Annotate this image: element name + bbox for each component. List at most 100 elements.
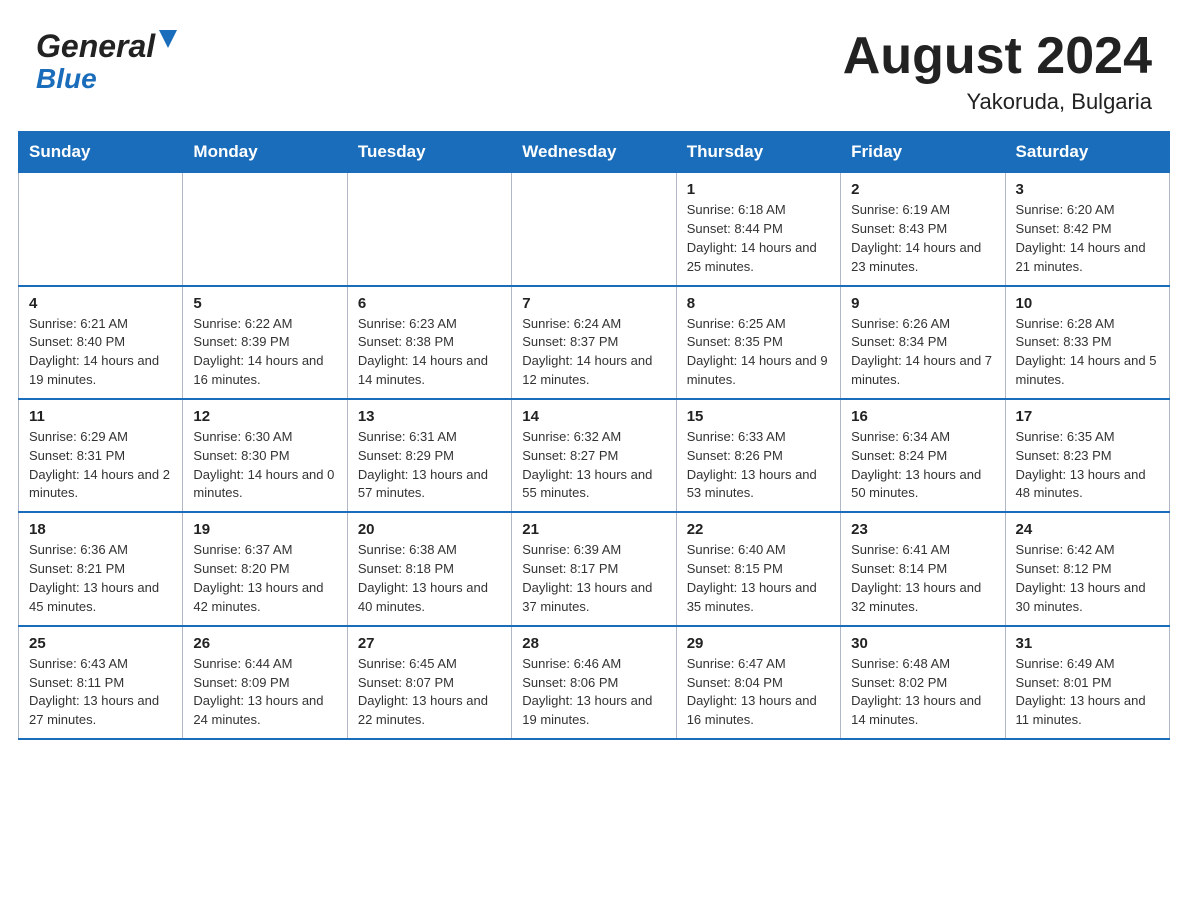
day-cell: 20 Sunrise: 6:38 AMSunset: 8:18 PMDayligh… <box>347 512 511 625</box>
day-cell: 4 Sunrise: 6:21 AMSunset: 8:40 PMDaylight… <box>19 286 183 399</box>
day-cell <box>347 173 511 286</box>
day-info: Sunrise: 6:26 AMSunset: 8:34 PMDaylight:… <box>851 315 994 390</box>
day-cell: 31Sunrise: 6:49 AMSunset: 8:01 PMDayligh… <box>1005 626 1169 739</box>
day-cell: 21 Sunrise: 6:39 AMSunset: 8:17 PMDayligh… <box>512 512 676 625</box>
day-info: Sunrise: 6:18 AMSunset: 8:44 PMDaylight:… <box>687 201 830 276</box>
day-cell: 10 Sunrise: 6:28 AMSunset: 8:33 PMDayligh… <box>1005 286 1169 399</box>
day-info: Sunrise: 6:34 AMSunset: 8:24 PMDaylight:… <box>851 428 994 503</box>
day-cell: 24Sunrise: 6:42 AMSunset: 8:12 PMDayligh… <box>1005 512 1169 625</box>
col-tuesday: Tuesday <box>347 132 511 173</box>
day-cell: 9Sunrise: 6:26 AMSunset: 8:34 PMDaylight… <box>841 286 1005 399</box>
day-info: Sunrise: 6:38 AMSunset: 8:18 PMDaylight:… <box>358 541 501 616</box>
header-row: Sunday Monday Tuesday Wednesday Thursday… <box>19 132 1170 173</box>
day-cell <box>512 173 676 286</box>
day-number: 21 <box>522 521 665 538</box>
day-number: 16 <box>851 408 994 425</box>
day-number: 27 <box>358 635 501 652</box>
day-number: 14 <box>522 408 665 425</box>
day-cell: 23Sunrise: 6:41 AMSunset: 8:14 PMDayligh… <box>841 512 1005 625</box>
calendar-wrapper: Sunday Monday Tuesday Wednesday Thursday… <box>0 131 1188 764</box>
day-cell: 18 Sunrise: 6:36 AMSunset: 8:21 PMDayligh… <box>19 512 183 625</box>
day-cell: 1Sunrise: 6:18 AMSunset: 8:44 PMDaylight… <box>676 173 840 286</box>
day-cell <box>19 173 183 286</box>
day-cell: 28 Sunrise: 6:46 AMSunset: 8:06 PMDayligh… <box>512 626 676 739</box>
day-number: 11 <box>29 408 172 425</box>
day-info: Sunrise: 6:37 AMSunset: 8:20 PMDaylight:… <box>193 541 336 616</box>
day-cell: 29 Sunrise: 6:47 AMSunset: 8:04 PMDayligh… <box>676 626 840 739</box>
day-number: 23 <box>851 521 994 538</box>
day-info: Sunrise: 6:33 AMSunset: 8:26 PMDaylight:… <box>687 428 830 503</box>
month-year-title: August 2024 <box>843 28 1152 85</box>
col-wednesday: Wednesday <box>512 132 676 173</box>
day-info: Sunrise: 6:48 AMSunset: 8:02 PMDaylight:… <box>851 655 994 730</box>
day-cell <box>183 173 347 286</box>
day-info: Sunrise: 6:46 AMSunset: 8:06 PMDaylight:… <box>522 655 665 730</box>
logo: General Blue <box>36 28 177 95</box>
week-row-3: 11Sunrise: 6:29 AMSunset: 8:31 PMDayligh… <box>19 399 1170 512</box>
day-number: 12 <box>193 408 336 425</box>
day-number: 19 <box>193 521 336 538</box>
day-number: 29 <box>687 635 830 652</box>
day-info: Sunrise: 6:35 AMSunset: 8:23 PMDaylight:… <box>1016 428 1159 503</box>
week-row-4: 18 Sunrise: 6:36 AMSunset: 8:21 PMDayligh… <box>19 512 1170 625</box>
day-cell: 14 Sunrise: 6:32 AMSunset: 8:27 PMDayligh… <box>512 399 676 512</box>
day-info: Sunrise: 6:24 AMSunset: 8:37 PMDaylight:… <box>522 315 665 390</box>
day-info: Sunrise: 6:40 AMSunset: 8:15 PMDaylight:… <box>687 541 830 616</box>
day-number: 4 <box>29 295 172 312</box>
day-cell: 16 Sunrise: 6:34 AMSunset: 8:24 PMDayligh… <box>841 399 1005 512</box>
day-number: 18 <box>29 521 172 538</box>
day-number: 15 <box>687 408 830 425</box>
col-friday: Friday <box>841 132 1005 173</box>
logo-triangle-icon <box>159 30 177 55</box>
day-info: Sunrise: 6:31 AMSunset: 8:29 PMDaylight:… <box>358 428 501 503</box>
day-cell: 27 Sunrise: 6:45 AMSunset: 8:07 PMDayligh… <box>347 626 511 739</box>
page-header: General Blue August 2024 Yakoruda, Bulga… <box>0 0 1188 131</box>
day-cell: 12Sunrise: 6:30 AMSunset: 8:30 PMDayligh… <box>183 399 347 512</box>
day-info: Sunrise: 6:45 AMSunset: 8:07 PMDaylight:… <box>358 655 501 730</box>
day-info: Sunrise: 6:43 AMSunset: 8:11 PMDaylight:… <box>29 655 172 730</box>
calendar-header: Sunday Monday Tuesday Wednesday Thursday… <box>19 132 1170 173</box>
calendar-body: 1Sunrise: 6:18 AMSunset: 8:44 PMDaylight… <box>19 173 1170 739</box>
day-cell: 8Sunrise: 6:25 AMSunset: 8:35 PMDaylight… <box>676 286 840 399</box>
day-number: 26 <box>193 635 336 652</box>
location-subtitle: Yakoruda, Bulgaria <box>843 89 1152 115</box>
calendar-table: Sunday Monday Tuesday Wednesday Thursday… <box>18 131 1170 740</box>
day-info: Sunrise: 6:28 AMSunset: 8:33 PMDaylight:… <box>1016 315 1159 390</box>
day-number: 30 <box>851 635 994 652</box>
day-info: Sunrise: 6:20 AMSunset: 8:42 PMDaylight:… <box>1016 201 1159 276</box>
day-number: 10 <box>1016 295 1159 312</box>
day-cell: 3 Sunrise: 6:20 AMSunset: 8:42 PMDaylight… <box>1005 173 1169 286</box>
day-cell: 25Sunrise: 6:43 AMSunset: 8:11 PMDayligh… <box>19 626 183 739</box>
day-number: 20 <box>358 521 501 538</box>
day-number: 17 <box>1016 408 1159 425</box>
day-cell: 19 Sunrise: 6:37 AMSunset: 8:20 PMDayligh… <box>183 512 347 625</box>
col-thursday: Thursday <box>676 132 840 173</box>
day-info: Sunrise: 6:42 AMSunset: 8:12 PMDaylight:… <box>1016 541 1159 616</box>
day-info: Sunrise: 6:23 AMSunset: 8:38 PMDaylight:… <box>358 315 501 390</box>
day-number: 3 <box>1016 181 1159 198</box>
day-info: Sunrise: 6:39 AMSunset: 8:17 PMDaylight:… <box>522 541 665 616</box>
day-cell: 6Sunrise: 6:23 AMSunset: 8:38 PMDaylight… <box>347 286 511 399</box>
day-info: Sunrise: 6:44 AMSunset: 8:09 PMDaylight:… <box>193 655 336 730</box>
day-info: Sunrise: 6:21 AMSunset: 8:40 PMDaylight:… <box>29 315 172 390</box>
day-cell: 22 Sunrise: 6:40 AMSunset: 8:15 PMDayligh… <box>676 512 840 625</box>
day-cell: 15 Sunrise: 6:33 AMSunset: 8:26 PMDayligh… <box>676 399 840 512</box>
day-info: Sunrise: 6:47 AMSunset: 8:04 PMDaylight:… <box>687 655 830 730</box>
day-info: Sunrise: 6:32 AMSunset: 8:27 PMDaylight:… <box>522 428 665 503</box>
day-number: 31 <box>1016 635 1159 652</box>
day-cell: 11Sunrise: 6:29 AMSunset: 8:31 PMDayligh… <box>19 399 183 512</box>
week-row-2: 4 Sunrise: 6:21 AMSunset: 8:40 PMDaylight… <box>19 286 1170 399</box>
day-number: 8 <box>687 295 830 312</box>
day-number: 22 <box>687 521 830 538</box>
title-area: August 2024 Yakoruda, Bulgaria <box>843 28 1152 115</box>
day-cell: 17 Sunrise: 6:35 AMSunset: 8:23 PMDayligh… <box>1005 399 1169 512</box>
day-number: 2 <box>851 181 994 198</box>
week-row-5: 25Sunrise: 6:43 AMSunset: 8:11 PMDayligh… <box>19 626 1170 739</box>
logo-general-text: General <box>36 28 155 65</box>
day-cell: 30 Sunrise: 6:48 AMSunset: 8:02 PMDayligh… <box>841 626 1005 739</box>
day-cell: 7 Sunrise: 6:24 AMSunset: 8:37 PMDaylight… <box>512 286 676 399</box>
day-number: 7 <box>522 295 665 312</box>
day-number: 28 <box>522 635 665 652</box>
day-number: 5 <box>193 295 336 312</box>
day-info: Sunrise: 6:36 AMSunset: 8:21 PMDaylight:… <box>29 541 172 616</box>
